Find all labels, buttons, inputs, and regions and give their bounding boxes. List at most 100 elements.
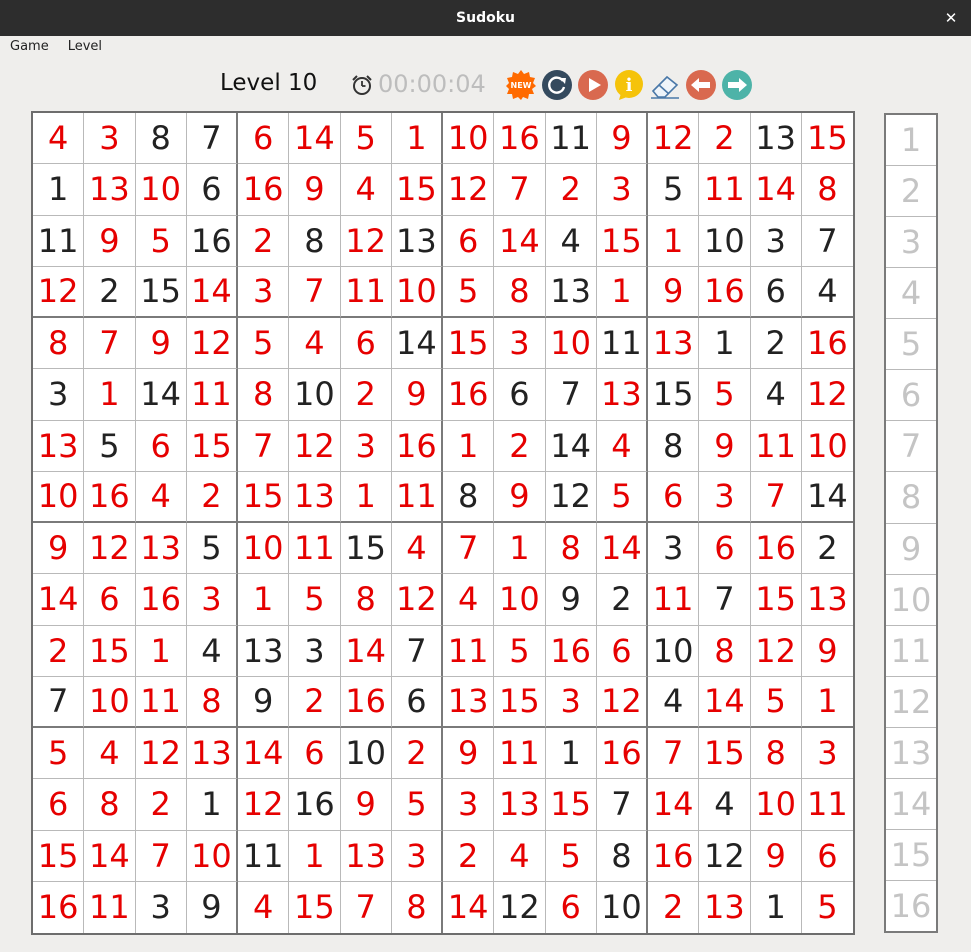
board-cell[interactable]: 11 bbox=[391, 471, 443, 523]
board-cell[interactable]: 4 bbox=[750, 369, 802, 421]
board-cell[interactable]: 1 bbox=[648, 215, 700, 267]
board-cell[interactable]: 13 bbox=[340, 830, 392, 882]
palette-number-2[interactable]: 2 bbox=[886, 166, 936, 218]
board-cell[interactable]: 3 bbox=[84, 113, 136, 165]
palette-number-6[interactable]: 6 bbox=[886, 370, 936, 422]
board-cell[interactable]: 11 bbox=[289, 523, 341, 575]
board-cell[interactable]: 10 bbox=[135, 164, 187, 216]
board-cell[interactable]: 12 bbox=[648, 113, 700, 165]
board-cell[interactable]: 2 bbox=[443, 830, 495, 882]
board-cell[interactable]: 15 bbox=[801, 113, 853, 165]
board-cell[interactable]: 13 bbox=[238, 625, 290, 677]
board-cell[interactable]: 10 bbox=[545, 318, 597, 370]
board-cell[interactable]: 13 bbox=[699, 881, 751, 933]
board-cell[interactable]: 12 bbox=[801, 369, 853, 421]
board-cell[interactable]: 12 bbox=[135, 728, 187, 780]
board-cell[interactable]: 5 bbox=[84, 420, 136, 472]
board-cell[interactable]: 9 bbox=[443, 728, 495, 780]
board-cell[interactable]: 5 bbox=[802, 882, 853, 933]
board-cell[interactable]: 12 bbox=[33, 266, 85, 318]
board-cell[interactable]: 12 bbox=[391, 574, 443, 626]
restart-icon[interactable] bbox=[541, 69, 573, 101]
board-cell[interactable]: 9 bbox=[596, 113, 648, 165]
board-cell[interactable]: 9 bbox=[648, 266, 700, 318]
board-cell[interactable]: 2 bbox=[545, 164, 597, 216]
board-cell[interactable]: 7 bbox=[84, 318, 136, 370]
board-cell[interactable]: 13 bbox=[801, 574, 853, 626]
board-cell[interactable]: 16 bbox=[391, 420, 443, 472]
board-cell[interactable]: 5 bbox=[750, 676, 802, 728]
board-cell[interactable]: 4 bbox=[801, 267, 853, 318]
board-cell[interactable]: 13 bbox=[84, 164, 136, 216]
board-cell[interactable]: 11 bbox=[443, 625, 495, 677]
board-cell[interactable]: 11 bbox=[186, 369, 238, 421]
board-cell[interactable]: 6 bbox=[443, 215, 495, 267]
board-cell[interactable]: 9 bbox=[238, 676, 290, 728]
board-cell[interactable]: 5 bbox=[443, 266, 495, 318]
board-cell[interactable]: 9 bbox=[545, 574, 597, 626]
board-cell[interactable]: 10 bbox=[391, 266, 443, 318]
board-cell[interactable]: 5 bbox=[494, 625, 546, 677]
board-cell[interactable]: 5 bbox=[699, 369, 751, 421]
board-cell[interactable]: 4 bbox=[596, 420, 648, 472]
board-cell[interactable]: 15 bbox=[443, 318, 495, 370]
board-cell[interactable]: 13 bbox=[494, 779, 546, 831]
board-cell[interactable]: 7 bbox=[289, 266, 341, 318]
palette-number-8[interactable]: 8 bbox=[886, 472, 936, 524]
board-cell[interactable]: 3 bbox=[186, 574, 238, 626]
board-cell[interactable]: 8 bbox=[750, 728, 802, 780]
board-cell[interactable]: 11 bbox=[596, 318, 648, 370]
board-cell[interactable]: 15 bbox=[648, 369, 700, 421]
board-cell[interactable]: 10 bbox=[443, 113, 495, 165]
board-cell[interactable]: 10 bbox=[84, 676, 136, 728]
board-cell[interactable]: 16 bbox=[750, 523, 802, 575]
board-cell[interactable]: 3 bbox=[494, 318, 546, 370]
board-cell[interactable]: 13 bbox=[596, 369, 648, 421]
board-cell[interactable]: 9 bbox=[33, 523, 85, 575]
board-cell[interactable]: 2 bbox=[340, 369, 392, 421]
board-cell[interactable]: 10 bbox=[750, 779, 802, 831]
board-cell[interactable]: 3 bbox=[545, 676, 597, 728]
board-cell[interactable]: 13 bbox=[443, 676, 495, 728]
board-cell[interactable]: 12 bbox=[494, 881, 546, 933]
board-cell[interactable]: 15 bbox=[135, 266, 187, 318]
board-cell[interactable]: 15 bbox=[391, 164, 443, 216]
board-cell[interactable]: 6 bbox=[33, 779, 85, 831]
board-cell[interactable]: 3 bbox=[596, 164, 648, 216]
board-cell[interactable]: 11 bbox=[135, 676, 187, 728]
board-cell[interactable]: 16 bbox=[340, 676, 392, 728]
board-cell[interactable]: 11 bbox=[340, 266, 392, 318]
board-cell[interactable]: 9 bbox=[84, 215, 136, 267]
play-icon[interactable] bbox=[577, 69, 609, 101]
board-cell[interactable]: 15 bbox=[750, 574, 802, 626]
board-cell[interactable]: 16 bbox=[648, 830, 700, 882]
board-cell[interactable]: 2 bbox=[238, 215, 290, 267]
board-cell[interactable]: 15 bbox=[186, 420, 238, 472]
board-cell[interactable]: 15 bbox=[84, 625, 136, 677]
board-cell[interactable]: 2 bbox=[33, 625, 85, 677]
board-cell[interactable]: 9 bbox=[391, 369, 443, 421]
board-cell[interactable]: 13 bbox=[135, 523, 187, 575]
board-cell[interactable]: 2 bbox=[289, 676, 341, 728]
board-cell[interactable]: 8 bbox=[801, 164, 853, 216]
board-cell[interactable]: 4 bbox=[391, 523, 443, 575]
board-cell[interactable]: 14 bbox=[494, 215, 546, 267]
board-cell[interactable]: 14 bbox=[443, 881, 495, 933]
board-cell[interactable]: 2 bbox=[391, 728, 443, 780]
board-cell[interactable]: 15 bbox=[494, 676, 546, 728]
board-cell[interactable]: 5 bbox=[340, 113, 392, 165]
board-cell[interactable]: 15 bbox=[596, 215, 648, 267]
palette-number-1[interactable]: 1 bbox=[886, 115, 936, 167]
board-cell[interactable]: 16 bbox=[84, 471, 136, 523]
board-cell[interactable]: 10 bbox=[597, 881, 648, 933]
board-cell[interactable]: 4 bbox=[186, 625, 238, 677]
board-cell[interactable]: 3 bbox=[33, 369, 85, 421]
board-cell[interactable]: 2 bbox=[135, 779, 187, 831]
board-cell[interactable]: 6 bbox=[801, 831, 853, 882]
board-cell[interactable]: 10 bbox=[648, 625, 700, 677]
board-cell[interactable]: 8 bbox=[545, 523, 597, 575]
board-cell[interactable]: 8 bbox=[648, 420, 700, 472]
board-cell[interactable]: 14 bbox=[84, 830, 136, 882]
board-cell[interactable]: 3 bbox=[136, 881, 187, 933]
board-cell[interactable]: 5 bbox=[238, 318, 290, 370]
